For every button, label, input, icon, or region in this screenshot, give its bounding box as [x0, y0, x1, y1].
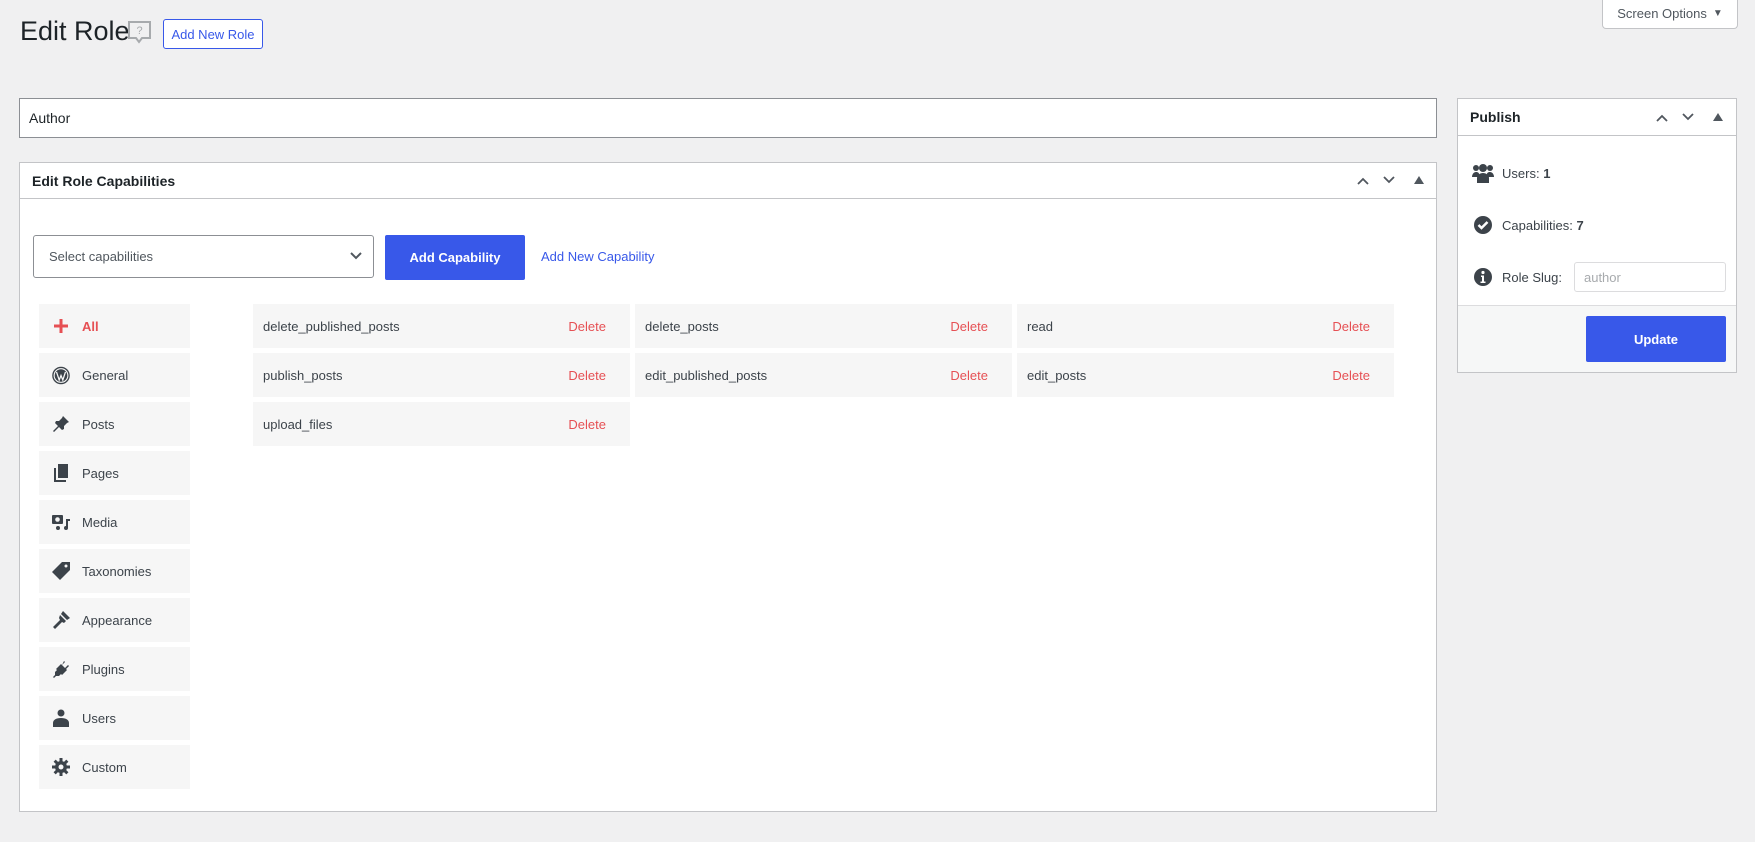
- capability-item: read Delete: [1017, 304, 1394, 348]
- screen-options-label: Screen Options: [1617, 6, 1707, 21]
- capability-name: delete_published_posts: [263, 318, 400, 334]
- category-label: Media: [82, 514, 118, 530]
- publish-box: Publish Users: 1 Capabilities: 7 Role Sl…: [1457, 98, 1737, 373]
- capabilities-label: Capabilities:: [1502, 217, 1573, 233]
- category-all[interactable]: All: [39, 304, 190, 348]
- capability-name: publish_posts: [263, 367, 343, 383]
- add-new-capability-link[interactable]: Add New Capability: [541, 249, 654, 264]
- capability-item: publish_posts Delete: [253, 353, 630, 397]
- category-custom[interactable]: Custom: [39, 745, 190, 789]
- users-label: Users:: [1502, 165, 1540, 181]
- add-capability-button[interactable]: Add Capability: [385, 235, 525, 280]
- category-appearance[interactable]: Appearance: [39, 598, 190, 642]
- collapse-toggle-icon[interactable]: [1713, 113, 1723, 121]
- capability-item: edit_published_posts Delete: [635, 353, 1012, 397]
- category-media[interactable]: Media: [39, 500, 190, 544]
- capabilities-count-row: Capabilities: 7: [1472, 215, 1584, 235]
- category-plugins[interactable]: Plugins: [39, 647, 190, 691]
- publish-footer: Update: [1458, 305, 1736, 372]
- chevron-down-icon: [350, 252, 362, 260]
- role-name-input[interactable]: Author: [19, 98, 1437, 138]
- category-label: General: [82, 367, 129, 383]
- tag-icon: [52, 562, 70, 580]
- delete-capability-link[interactable]: Delete: [950, 319, 988, 334]
- gear-icon: [52, 758, 70, 776]
- capabilities-box-header: Edit Role Capabilities: [20, 163, 1436, 199]
- delete-capability-link[interactable]: Delete: [1332, 368, 1370, 383]
- move-up-icon[interactable]: [1357, 175, 1369, 187]
- media-icon: [52, 513, 70, 531]
- role-slug-input[interactable]: author: [1573, 262, 1726, 292]
- capability-name: upload_files: [263, 416, 333, 432]
- help-icon[interactable]: ?: [127, 20, 152, 46]
- caret-down-icon: ▼: [1712, 8, 1723, 19]
- update-button[interactable]: Update: [1586, 316, 1726, 362]
- paintbrush-icon: [52, 611, 70, 629]
- select-placeholder: Select capabilities: [49, 249, 154, 264]
- capability-item: delete_published_posts Delete: [253, 304, 630, 348]
- collapse-toggle-icon[interactable]: [1414, 176, 1424, 184]
- delete-capability-link[interactable]: Delete: [950, 368, 988, 383]
- category-label: Custom: [82, 759, 127, 775]
- capability-name: delete_posts: [645, 318, 719, 334]
- capability-name: edit_published_posts: [645, 367, 768, 383]
- delete-capability-link[interactable]: Delete: [568, 417, 606, 432]
- category-general[interactable]: General: [39, 353, 190, 397]
- capabilities-count: 7: [1576, 217, 1584, 233]
- publish-box-title: Publish: [1470, 109, 1521, 125]
- user-icon: [52, 709, 70, 727]
- role-slug-row: Role Slug: author: [1472, 262, 1726, 292]
- capabilities-box-title: Edit Role Capabilities: [32, 172, 176, 189]
- users-count: 1: [1543, 165, 1551, 181]
- category-taxonomies[interactable]: Taxonomies: [39, 549, 190, 593]
- category-label: Plugins: [82, 661, 125, 677]
- screen-options-button[interactable]: Screen Options ▼: [1602, 0, 1738, 29]
- select-capabilities-dropdown[interactable]: Select capabilities: [33, 235, 374, 278]
- category-label: Users: [82, 710, 116, 726]
- plus-icon: [52, 317, 70, 335]
- svg-text:?: ?: [136, 25, 142, 37]
- role-slug-label: Role Slug:: [1502, 269, 1562, 285]
- pushpin-icon: [52, 415, 70, 433]
- capability-item: delete_posts Delete: [635, 304, 1012, 348]
- category-label: Appearance: [82, 612, 153, 628]
- page-title: Edit Role: [20, 16, 130, 46]
- edit-role-capabilities-box: Edit Role Capabilities Select capabiliti…: [19, 162, 1437, 812]
- info-icon: [1474, 268, 1492, 286]
- users-icon: [1472, 164, 1494, 183]
- category-label: All: [82, 318, 99, 334]
- wordpress-icon: [52, 366, 70, 384]
- capability-name: edit_posts: [1027, 367, 1087, 383]
- move-down-icon[interactable]: [1682, 111, 1694, 123]
- move-up-icon[interactable]: [1656, 112, 1668, 124]
- category-posts[interactable]: Posts: [39, 402, 190, 446]
- category-label: Pages: [82, 465, 119, 481]
- category-label: Posts: [82, 416, 115, 432]
- category-label: Taxonomies: [82, 563, 152, 579]
- pages-icon: [52, 464, 70, 482]
- delete-capability-link[interactable]: Delete: [1332, 319, 1370, 334]
- delete-capability-link[interactable]: Delete: [568, 319, 606, 334]
- category-users[interactable]: Users: [39, 696, 190, 740]
- category-pages[interactable]: Pages: [39, 451, 190, 495]
- check-circle-icon: [1474, 216, 1492, 234]
- add-new-role-button[interactable]: Add New Role: [163, 19, 263, 49]
- move-down-icon[interactable]: [1383, 174, 1395, 186]
- capability-item: edit_posts Delete: [1017, 353, 1394, 397]
- users-count-row: Users: 1: [1472, 163, 1550, 183]
- delete-capability-link[interactable]: Delete: [568, 368, 606, 383]
- capability-item: upload_files Delete: [253, 402, 630, 446]
- publish-box-header: Publish: [1458, 99, 1736, 136]
- capability-name: read: [1027, 318, 1054, 334]
- plugin-icon: [52, 660, 70, 678]
